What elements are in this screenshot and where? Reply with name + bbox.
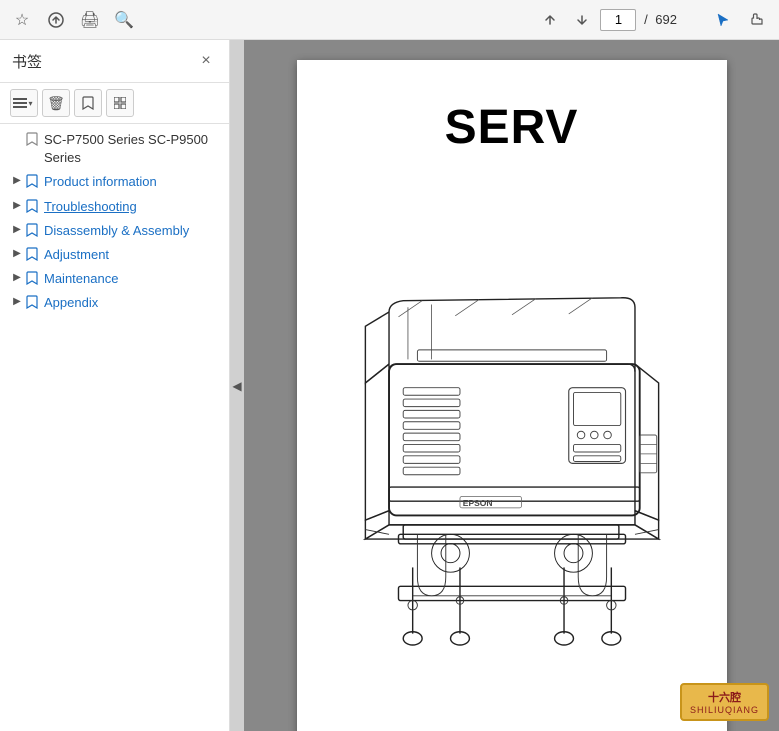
bookmark-icon-troubleshooting xyxy=(24,199,40,213)
scroll-up-button[interactable] xyxy=(536,6,564,34)
hand-tool-button[interactable] xyxy=(743,6,771,34)
bookmark-item-disassembly[interactable]: ▶ Disassembly & Assembly xyxy=(0,219,229,243)
sidebar-rename-button[interactable] xyxy=(74,89,102,117)
page-navigation: 1 / 692 xyxy=(536,6,677,34)
expand-icon-product-info[interactable]: ▶ xyxy=(10,175,24,186)
expand-icon-appendix[interactable]: ▶ xyxy=(10,296,24,307)
cursor-tool-button[interactable] xyxy=(709,6,737,34)
expand-icon-adjustment[interactable]: ▶ xyxy=(10,248,24,259)
sidebar-close-button[interactable]: × xyxy=(195,50,217,72)
expand-icon-troubleshooting[interactable]: ▶ xyxy=(10,200,24,211)
sidebar-collapse-handle[interactable]: ◀ xyxy=(230,40,244,731)
bookmark-item-root[interactable]: SC-P7500 Series SC-P9500 Series xyxy=(0,128,229,170)
page-total: 692 xyxy=(655,12,677,27)
sidebar-delete-button[interactable]: 🗑 xyxy=(42,89,70,117)
watermark-box: 十六腔 SHILIUQIANG xyxy=(680,683,769,721)
main-area: 书签 × ▾ 🗑 xyxy=(0,40,779,731)
sidebar-header: 书签 × xyxy=(0,40,229,83)
expand-icon-root xyxy=(10,133,24,144)
bookmark-icon-product-info xyxy=(24,174,40,188)
bookmark-label-troubleshooting: Troubleshooting xyxy=(44,198,137,216)
pdf-page: SERV xyxy=(297,60,727,731)
page-number-input[interactable]: 1 xyxy=(600,9,636,31)
pdf-content-area[interactable]: SERV xyxy=(244,40,779,731)
print-button[interactable]: 🖨 xyxy=(76,6,104,34)
bookmark-icon-appendix xyxy=(24,295,40,309)
bookmark-label-root: SC-P7500 Series SC-P9500 Series xyxy=(44,131,223,167)
sidebar: 书签 × ▾ 🗑 xyxy=(0,40,230,731)
bookmark-icon-disassembly xyxy=(24,223,40,237)
sidebar-menu-button[interactable]: ▾ xyxy=(10,89,38,117)
bookmark-label-appendix: Appendix xyxy=(44,294,98,312)
bookmark-label-product-info: Product information xyxy=(44,173,157,191)
bookmark-icon-root xyxy=(24,132,40,146)
sidebar-expand-button[interactable] xyxy=(106,89,134,117)
toolbar: ☆ 🖨 🔍 1 / 692 xyxy=(0,0,779,40)
bookmark-label-adjustment: Adjustment xyxy=(44,246,109,264)
watermark-text-pinyin: SHILIUQIANG xyxy=(690,705,759,715)
printer-illustration: EPSON xyxy=(337,185,687,685)
bookmark-item-maintenance[interactable]: ▶ Maintenance xyxy=(0,267,229,291)
watermark: 十六腔 SHILIUQIANG xyxy=(680,683,769,721)
bookmark-icon-adjustment xyxy=(24,247,40,261)
bookmark-item-product-info[interactable]: ▶ Product information xyxy=(0,170,229,194)
add-bookmark-button[interactable]: ☆ xyxy=(8,6,36,34)
pdf-title: SERV xyxy=(337,100,687,155)
bookmark-label-disassembly: Disassembly & Assembly xyxy=(44,222,189,240)
bookmark-item-troubleshooting[interactable]: ▶ Troubleshooting xyxy=(0,195,229,219)
watermark-text-chinese: 十六腔 xyxy=(690,689,759,705)
bookmark-item-appendix[interactable]: ▶ Appendix xyxy=(0,291,229,315)
bookmark-icon-maintenance xyxy=(24,271,40,285)
expand-icon-disassembly[interactable]: ▶ xyxy=(10,224,24,235)
sidebar-content: SC-P7500 Series SC-P9500 Series ▶ Produc… xyxy=(0,124,229,731)
sidebar-toolbar: ▾ 🗑 xyxy=(0,83,229,124)
zoom-button[interactable]: 🔍 xyxy=(110,6,138,34)
sidebar-title: 书签 xyxy=(12,51,42,72)
scroll-down-button[interactable] xyxy=(568,6,596,34)
bookmark-label-maintenance: Maintenance xyxy=(44,270,118,288)
upload-button[interactable] xyxy=(42,6,70,34)
expand-icon-maintenance[interactable]: ▶ xyxy=(10,272,24,283)
svg-text:EPSON: EPSON xyxy=(462,498,492,508)
bookmark-item-adjustment[interactable]: ▶ Adjustment xyxy=(0,243,229,267)
page-separator: / xyxy=(640,12,651,27)
